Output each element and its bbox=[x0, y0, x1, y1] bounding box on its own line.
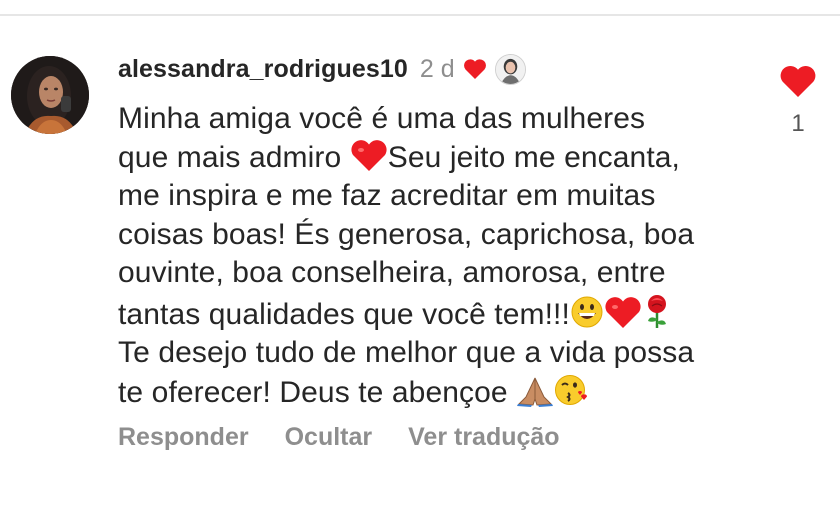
red-heart-emoji bbox=[351, 139, 387, 171]
comment-header: alessandra_rodrigues10 2 d bbox=[118, 53, 526, 85]
hide-button[interactable]: Ocultar bbox=[285, 423, 373, 452]
commenter-avatar[interactable] bbox=[11, 56, 89, 134]
comment-line: me inspira e me faz acreditar em muitas bbox=[118, 179, 656, 212]
comment-line: te oferecer! Deus te abençoe bbox=[118, 373, 758, 413]
comment-line: Te desejo tudo de melhor que a vida poss… bbox=[118, 336, 695, 369]
comment-line: tantas qualidades que você tem!!! bbox=[118, 293, 758, 335]
comment-line-text: tantas qualidades que você tem!!! bbox=[118, 297, 570, 331]
see-translation-button[interactable]: Ver tradução bbox=[408, 423, 559, 452]
red-heart-emoji bbox=[605, 296, 641, 328]
comment-timestamp: 2 d bbox=[419, 54, 455, 83]
face-blowing-kiss-emoji bbox=[555, 374, 588, 405]
grinning-face-emoji bbox=[571, 296, 603, 327]
praying-hands-emoji bbox=[517, 377, 554, 407]
heart-icon[interactable] bbox=[779, 64, 817, 98]
comment-line: que mais admiro Seu jeito me encanta, bbox=[118, 139, 758, 178]
like-column: 1 bbox=[778, 64, 818, 138]
comment-line-text: que mais admiro bbox=[118, 140, 350, 174]
comment-line-text: te oferecer! Deus te abençoe bbox=[118, 375, 517, 409]
author-liked-avatar bbox=[494, 53, 526, 85]
comment-line: Minha amiga você é uma das mulheres bbox=[118, 102, 646, 135]
comment-line: coisas boas! És generosa, caprichosa, bo… bbox=[118, 217, 695, 251]
rose-emoji bbox=[647, 294, 666, 328]
username-link[interactable]: alessandra_rodrigues10 bbox=[118, 55, 408, 84]
comment-item: alessandra_rodrigues10 2 d Minha amiga v… bbox=[0, 0, 840, 512]
comment-actions: Responder Ocultar Ver tradução bbox=[118, 423, 560, 452]
comment-line: ouvinte, boa conselheira, amorosa, entre bbox=[118, 256, 666, 289]
like-count: 1 bbox=[791, 110, 805, 137]
avatar-photo bbox=[11, 56, 89, 134]
reply-button[interactable]: Responder bbox=[118, 423, 249, 452]
comment-line-text: Seu jeito me encanta, bbox=[387, 140, 680, 174]
red-heart-icon bbox=[463, 59, 486, 79]
comment-text: Minha amiga você é uma das mulheres que … bbox=[118, 100, 758, 412]
